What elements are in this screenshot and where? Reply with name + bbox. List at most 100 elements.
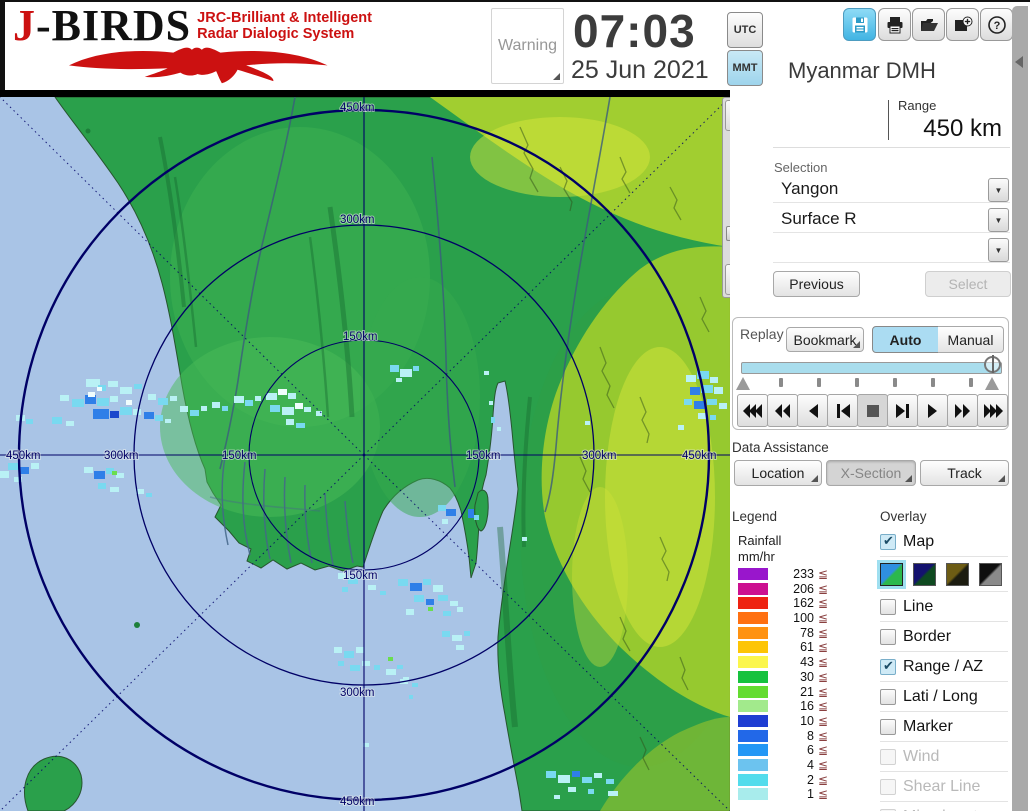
- legend-row: 8 ≦: [738, 729, 858, 744]
- overlay-label: Border: [903, 627, 952, 645]
- legend-row: 1 ≦: [738, 787, 858, 802]
- map-style-4[interactable]: [979, 562, 1002, 586]
- overlay-row-marker[interactable]: Marker: [880, 712, 1008, 742]
- shear-line-checkbox: [880, 778, 896, 795]
- svg-text:300km: 300km: [340, 687, 375, 699]
- select-button[interactable]: Select: [925, 271, 1011, 297]
- legend-unit: Rainfall mm/hr: [738, 533, 782, 564]
- legend-title: Legend: [732, 509, 778, 524]
- range-az-checkbox[interactable]: [880, 658, 896, 675]
- line-checkbox[interactable]: [880, 598, 896, 615]
- range-display: Range 450 km: [773, 92, 1010, 148]
- map-style-3[interactable]: [946, 562, 969, 586]
- export-image-button[interactable]: [946, 8, 979, 41]
- lati-long-checkbox[interactable]: [880, 688, 896, 705]
- previous-button[interactable]: Previous: [773, 271, 860, 297]
- site-dropdown-value: Yangon: [781, 179, 839, 198]
- control-panel: Range 450 km Selection Yangon ▼ Surface …: [730, 90, 1012, 811]
- legend-row: 61 ≦: [738, 640, 858, 655]
- open-folder-icon: [920, 18, 938, 31]
- step-start-button[interactable]: [827, 394, 858, 427]
- track-button[interactable]: Track: [920, 460, 1009, 486]
- collapse-panel-icon[interactable]: [1015, 56, 1023, 68]
- fast-rewind-2-button[interactable]: [767, 394, 798, 427]
- overlay-row-map[interactable]: Map: [880, 527, 1008, 557]
- save-button[interactable]: [843, 8, 876, 41]
- overlay-row-lati-long[interactable]: Lati / Long: [880, 682, 1008, 712]
- legend-row: 233 ≦: [738, 567, 858, 582]
- location-button[interactable]: Location: [734, 460, 822, 486]
- overlay-row-border[interactable]: Border: [880, 622, 1008, 652]
- fast-rewind-3-button[interactable]: [737, 394, 768, 427]
- panel-edge-strip[interactable]: [1012, 6, 1028, 811]
- replay-slider-thumb[interactable]: [984, 355, 1001, 373]
- overlay-label: Line: [903, 597, 934, 615]
- legend-row: 100 ≦: [738, 611, 858, 626]
- radar-map[interactable]: 450km 300km 150km 150km 300km 450km 450k…: [0, 90, 730, 811]
- marker-checkbox[interactable]: [880, 718, 896, 735]
- overlay-list: Map Line Border Range / AZ: [880, 527, 1008, 811]
- play-reverse-button[interactable]: [797, 394, 828, 427]
- overlay-label: Shear Line: [903, 777, 981, 795]
- svg-text:150km: 150km: [466, 450, 501, 462]
- data-assistance-label: Data Assistance: [732, 440, 829, 455]
- chevron-down-icon[interactable]: ▼: [988, 208, 1009, 232]
- replay-slider-track[interactable]: [741, 362, 1002, 374]
- legend-row: 4 ≦: [738, 758, 858, 773]
- warning-button[interactable]: Warning: [491, 8, 564, 84]
- utc-button[interactable]: UTC: [727, 12, 763, 48]
- svg-text:150km: 150km: [343, 570, 378, 582]
- slider-end-marker[interactable]: [985, 377, 999, 390]
- fast-forward-2-button[interactable]: [947, 394, 978, 427]
- play-button[interactable]: [917, 394, 948, 427]
- step-end-button[interactable]: [887, 394, 918, 427]
- replay-panel: Replay Bookmark Auto Manual: [732, 317, 1009, 430]
- chevron-down-icon[interactable]: ▼: [988, 238, 1009, 262]
- slider-start-marker[interactable]: [736, 377, 750, 390]
- overlay-title: Overlay: [880, 509, 927, 524]
- svg-text:?: ?: [993, 20, 1000, 32]
- rainfall-legend: 233 ≦ 206 ≦ 162 ≦ 100 ≦ 78 ≦ 61 ≦ 43 ≦ 30 ≦ 21 ≦ …: [738, 567, 858, 802]
- svg-text:450km: 450km: [682, 450, 717, 462]
- overlay-row-shear-line: Shear Line: [880, 772, 1008, 802]
- chevron-down-icon[interactable]: ▼: [988, 178, 1009, 202]
- mmt-button[interactable]: MMT: [727, 50, 763, 86]
- open-folder-button[interactable]: [912, 8, 945, 41]
- replay-label: Replay: [740, 326, 784, 342]
- site-dropdown[interactable]: Yangon ▼: [773, 176, 1010, 203]
- step-end-icon: [895, 403, 909, 418]
- overlay-label: Range / AZ: [903, 657, 984, 675]
- stop-button[interactable]: [857, 394, 888, 427]
- svg-text:450km: 450km: [340, 102, 375, 114]
- product-dropdown-value: Surface R: [781, 209, 857, 228]
- step-start-icon: [836, 403, 850, 418]
- print-icon: [887, 16, 902, 33]
- map-style-2[interactable]: [913, 562, 936, 586]
- border-checkbox[interactable]: [880, 628, 896, 645]
- fast-forward-3-button[interactable]: [977, 394, 1008, 427]
- range-label: Range: [898, 98, 937, 113]
- print-button[interactable]: [878, 8, 911, 41]
- overlay-label: Map: [903, 532, 935, 550]
- product-dropdown[interactable]: Surface R ▼: [773, 206, 1010, 233]
- map-style-1[interactable]: [880, 562, 903, 586]
- overlay-row-range-az[interactable]: Range / AZ: [880, 652, 1008, 682]
- fast-forward-2-icon: [954, 403, 970, 418]
- station-title: Myanmar DMH: [788, 58, 936, 83]
- manual-button[interactable]: Manual: [938, 326, 1004, 353]
- bookmark-button[interactable]: Bookmark: [786, 327, 864, 352]
- legend-row: 78 ≦: [738, 626, 858, 641]
- help-button[interactable]: ?: [980, 8, 1013, 41]
- map-checkbox[interactable]: [880, 533, 896, 550]
- export-image-icon: [954, 16, 972, 31]
- logo-subtitle: JRC-Brilliant & Intelligent Radar Dialog…: [197, 10, 372, 42]
- svg-text:300km: 300km: [340, 214, 375, 226]
- legend-row: 206 ≦: [738, 582, 858, 597]
- overlay-row-line[interactable]: Line: [880, 592, 1008, 622]
- legend-row: 30 ≦: [738, 670, 858, 685]
- auto-button[interactable]: Auto: [872, 326, 939, 353]
- option-dropdown[interactable]: ▼: [773, 236, 1010, 263]
- wind-checkbox: [880, 748, 896, 765]
- svg-text:300km: 300km: [582, 450, 617, 462]
- xsection-button[interactable]: X-Section: [826, 460, 916, 486]
